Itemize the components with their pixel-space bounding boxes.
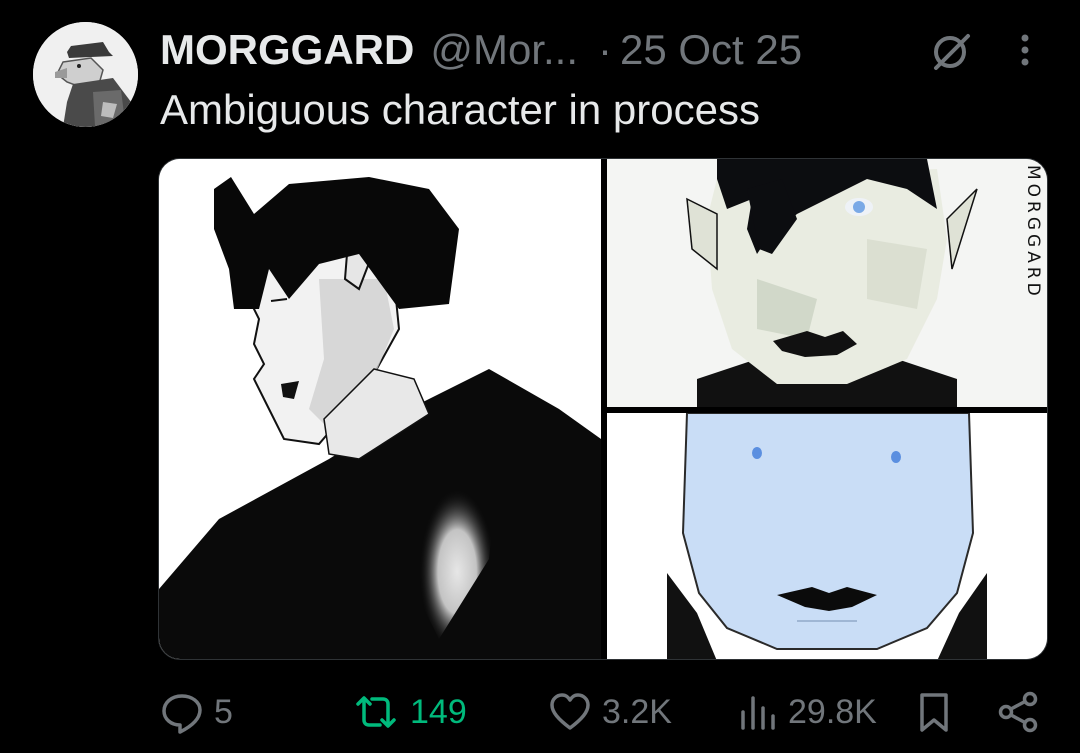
media-image-3[interactable] [607,413,1047,659]
bookmark-button[interactable] [914,682,954,742]
share-button[interactable] [996,682,1040,742]
repost-icon [356,696,396,728]
reply-count: 5 [214,692,233,731]
post-date[interactable]: 25 Oct 25 [620,24,802,76]
repost-count: 149 [410,692,467,731]
views-button[interactable]: 29.8K [738,682,877,742]
author-avatar[interactable] [33,22,138,127]
media-image-2[interactable]: MORGGARD [607,159,1047,407]
views-count: 29.8K [788,692,877,731]
media-image-1[interactable] [159,159,601,659]
like-button[interactable]: 3.2K [548,682,672,742]
reply-button[interactable]: 5 [160,682,233,742]
author-name[interactable]: MORGGARD [160,24,414,76]
bookmark-icon [920,693,948,732]
post-action-bar: 5 149 3.2K 29.8K [0,682,1080,742]
watermark-text: MORGGARD [1023,165,1043,300]
views-icon [741,696,775,730]
author-handle[interactable]: @Mor... [430,24,578,76]
more-options-icon[interactable] [1010,30,1040,70]
avatar-illustration [33,22,138,127]
repost-button[interactable]: 149 [352,682,467,742]
reply-icon [162,694,202,734]
post-text: Ambiguous character in process [160,86,760,133]
like-count: 3.2K [602,692,672,731]
share-icon [998,691,1038,733]
post-header: MORGGARD @Mor... · 25 Oct 25 [160,24,802,76]
like-icon [550,693,590,730]
grok-icon[interactable] [928,28,974,74]
separator-dot: · [597,26,612,73]
media-grid: MORGGARD [158,158,1048,660]
